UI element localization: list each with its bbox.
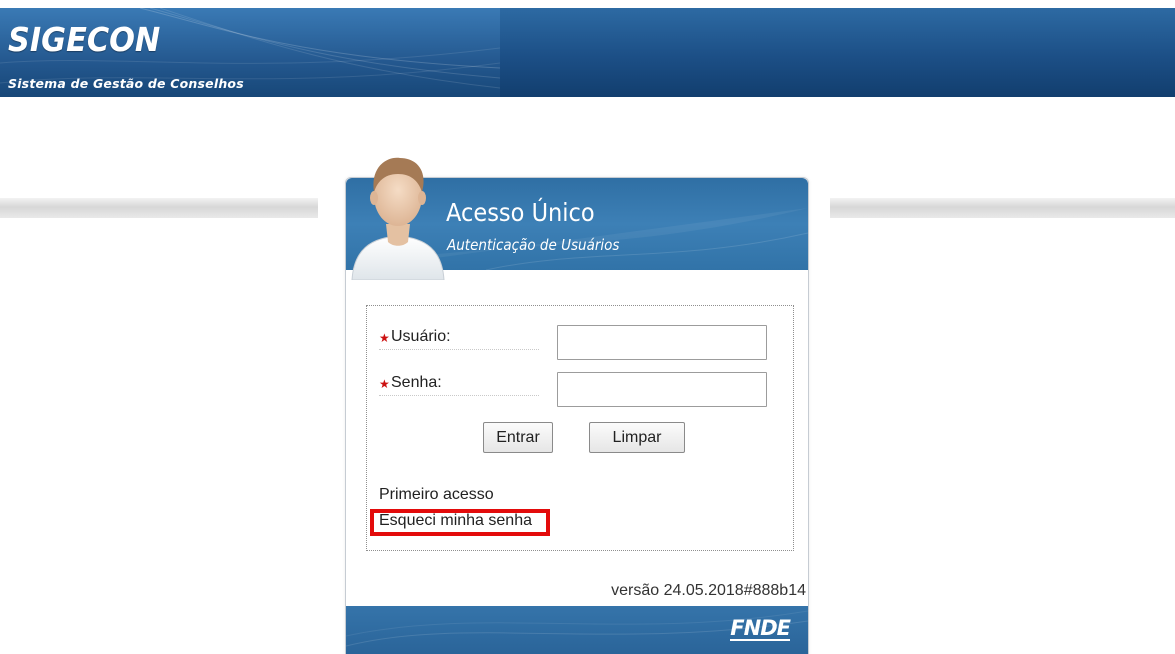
login-card-footer: FNDE <box>346 606 808 654</box>
user-label: Usuário: <box>391 328 451 345</box>
fnde-logo: FNDE <box>730 616 791 641</box>
required-star-icon: ★ <box>379 377 390 391</box>
password-label-row: ★ Senha: <box>379 373 539 396</box>
login-form: ★ Usuário: ★ Senha: Entrar Limpar Primei… <box>366 305 794 551</box>
decorative-bar-left <box>0 198 318 218</box>
page: SIGECON Sistema de Gestão de Conselhos A… <box>0 0 1175 654</box>
first-access-link[interactable]: Primeiro acesso <box>379 486 494 504</box>
clear-button[interactable]: Limpar <box>589 422 685 453</box>
password-input[interactable] <box>557 372 767 407</box>
required-star-icon: ★ <box>379 331 390 345</box>
brand-subtitle: Sistema de Gestão de Conselhos <box>8 76 244 91</box>
decorative-bar-right <box>830 198 1175 218</box>
header-banner: SIGECON Sistema de Gestão de Conselhos <box>0 8 1175 97</box>
access-title: Acesso Único <box>446 198 595 227</box>
user-avatar-icon <box>351 157 445 280</box>
forgot-password-highlight <box>370 509 550 536</box>
access-subtitle: Autenticação de Usuários <box>447 236 620 254</box>
password-label: Senha: <box>391 374 442 391</box>
brand-title: SIGECON <box>8 20 161 59</box>
enter-button[interactable]: Entrar <box>483 422 553 453</box>
version-label: versão 24.05.2018#888b14 <box>611 582 806 599</box>
user-label-row: ★ Usuário: <box>379 327 539 350</box>
user-input[interactable] <box>557 325 767 360</box>
